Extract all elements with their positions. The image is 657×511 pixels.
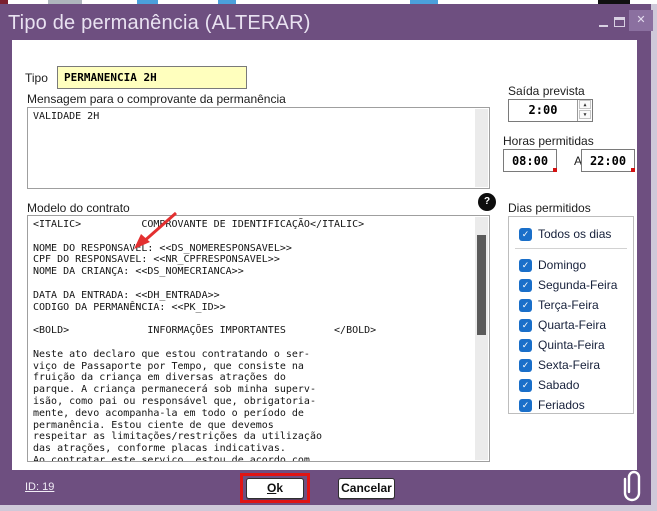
window-title: Tipo de permanência (ALTERAR)	[8, 12, 311, 35]
hora-inicio-input[interactable]	[503, 149, 557, 172]
scrollbar[interactable]	[475, 109, 488, 187]
ok-label-rest: k	[276, 481, 283, 495]
paperclip-icon[interactable]	[619, 470, 645, 504]
checkbox-checked-icon: ✓	[519, 228, 532, 241]
checkbox-checked-icon: ✓	[519, 259, 532, 272]
tipo-permanencia-dialog: Tipo de permanência (ALTERAR) ✕ Tipo Men…	[0, 0, 657, 511]
validation-dot	[631, 168, 635, 172]
hora-fim-input[interactable]	[581, 149, 635, 172]
spin-up-icon[interactable]: ▲	[579, 100, 591, 109]
checkbox-terca-feira[interactable]: ✓ Terça-Feira	[519, 299, 631, 313]
saida-prevista-label: Saída prevista	[508, 84, 585, 98]
dialog-content: Tipo Mensagem para o comprovante da perm…	[12, 40, 637, 470]
validation-dot	[553, 168, 557, 172]
tipo-input[interactable]	[57, 66, 247, 89]
modelo-text: <ITALIC> COMPROVANTE DE IDENTIFICAÇÃO</I…	[28, 216, 489, 462]
dias-permitidos-panel: ✓ Todos os dias ✓ Domingo ✓ Segunda-Feir…	[508, 216, 634, 414]
checkbox-checked-icon: ✓	[519, 319, 532, 332]
checkbox-feriados[interactable]: ✓ Feriados	[519, 399, 631, 413]
scrollbar-thumb[interactable]	[477, 235, 486, 335]
minimize-icon[interactable]	[599, 25, 608, 27]
spin-down-icon[interactable]: ▼	[579, 110, 591, 119]
help-icon[interactable]: ?	[478, 193, 496, 211]
checkbox-checked-icon: ✓	[519, 279, 532, 292]
window-edge	[651, 4, 657, 511]
ok-mnemonic: O	[267, 481, 276, 495]
checkbox-checked-icon: ✓	[519, 399, 532, 412]
checkbox-domingo[interactable]: ✓ Domingo	[519, 259, 631, 273]
modelo-label: Modelo do contrato	[27, 201, 130, 215]
checkbox-segunda-feira[interactable]: ✓ Segunda-Feira	[519, 279, 631, 293]
window-edge	[0, 505, 657, 511]
dias-permitidos-label: Dias permitidos	[508, 201, 591, 215]
ok-button[interactable]: Ok	[246, 478, 304, 499]
scrollbar[interactable]	[475, 217, 488, 460]
spinner-buttons: ▲ ▼	[577, 100, 592, 121]
horas-permitidas-label: Horas permitidas	[503, 134, 594, 148]
checkbox-todos-os-dias[interactable]: ✓ Todos os dias	[519, 228, 631, 242]
checkbox-checked-icon: ✓	[519, 359, 532, 372]
mensagem-label: Mensagem para o comprovante da permanênc…	[27, 92, 286, 106]
modelo-textarea[interactable]: <ITALIC> COMPROVANTE DE IDENTIFICAÇÃO</I…	[27, 215, 490, 462]
id-link[interactable]: ID: 19	[25, 481, 54, 493]
checkbox-sexta-feira[interactable]: ✓ Sexta-Feira	[519, 359, 631, 373]
checkbox-sabado[interactable]: ✓ Sabado	[519, 379, 631, 393]
saida-prevista-value: 2:00	[509, 100, 577, 121]
checkbox-quinta-feira[interactable]: ✓ Quinta-Feira	[519, 339, 631, 353]
checkbox-quarta-feira[interactable]: ✓ Quarta-Feira	[519, 319, 631, 333]
checkbox-checked-icon: ✓	[519, 339, 532, 352]
checkbox-checked-icon: ✓	[519, 299, 532, 312]
footer-bar: ID: 19 Ok Cancelar	[0, 470, 651, 505]
mensagem-textarea[interactable]: VALIDADE 2H	[27, 107, 490, 189]
divider	[515, 248, 627, 249]
close-icon[interactable]: ✕	[629, 10, 653, 31]
mensagem-text: VALIDADE 2H	[28, 108, 489, 123]
saida-prevista-spinner[interactable]: 2:00 ▲ ▼	[508, 99, 593, 122]
titlebar[interactable]: Tipo de permanência (ALTERAR) ✕	[0, 4, 651, 40]
cancel-button[interactable]: Cancelar	[338, 478, 395, 499]
maximize-icon[interactable]	[614, 17, 625, 27]
tipo-label: Tipo	[25, 71, 48, 85]
checkbox-checked-icon: ✓	[519, 379, 532, 392]
